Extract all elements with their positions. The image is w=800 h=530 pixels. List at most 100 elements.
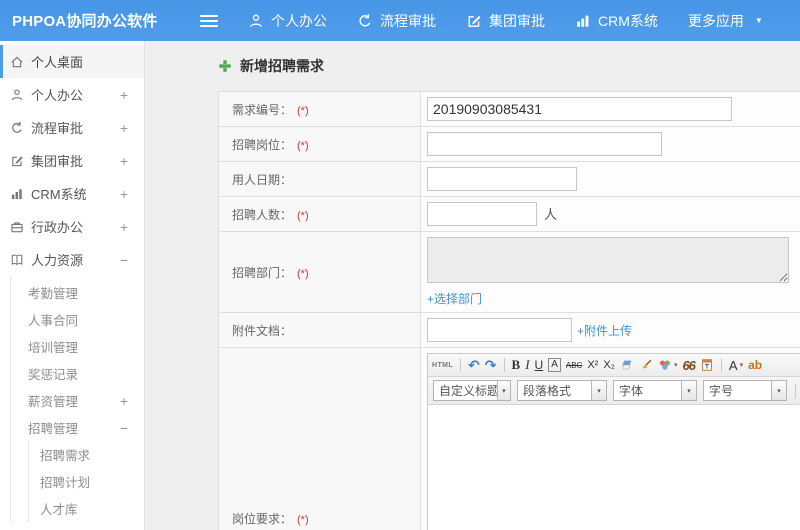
font-family-dropdown[interactable]: 字体 ▾ (613, 380, 697, 401)
sidebar-item-workflow-approval[interactable]: 流程审批 + (0, 111, 144, 144)
editor-toolbar-row1: HTML ↶ ↷ B I U A ABC X² X₂ ▾ 66 A ▾ ab (428, 354, 800, 377)
sidebar-item-salary[interactable]: 薪资管理 + (11, 387, 144, 414)
font-color-button[interactable]: A (548, 358, 561, 372)
field-label-requirements: 岗位要求： (232, 512, 293, 526)
field-label-attachment: 附件文档： (232, 323, 293, 338)
topnav-personal-office[interactable]: 个人办公 (248, 11, 327, 31)
expand-icon: + (119, 86, 128, 103)
topnav-label: 流程审批 (380, 12, 436, 29)
font-size-dropdown[interactable]: 字号 ▾ (703, 380, 787, 401)
table-row: 岗位要求： (*) HTML ↶ ↷ B I U A ABC X² X₂ ▾ 6… (218, 347, 800, 530)
toolbar-separator (503, 358, 505, 372)
field-label-department: 招聘部门： (232, 265, 293, 280)
paste-button[interactable] (700, 358, 714, 372)
subscript-button[interactable]: X₂ (603, 359, 615, 371)
attachment-input[interactable] (427, 318, 572, 342)
topnav-workflow-approval[interactable]: 流程审批 (357, 11, 436, 31)
eraser-icon (620, 358, 634, 372)
format-brush-button[interactable] (639, 358, 653, 372)
edit-icon (466, 13, 482, 29)
toolbar-separator (720, 358, 722, 372)
caret-down-icon: ▾ (681, 381, 696, 400)
person-icon (10, 88, 24, 102)
required-mark: (*) (297, 104, 309, 117)
custom-title-dropdown[interactable]: 自定义标题 ▾ (433, 380, 511, 401)
required-mark: (*) (297, 209, 309, 222)
menu-icon[interactable] (200, 12, 218, 30)
sidebar-item-recruit-mgmt[interactable]: 招聘管理 − (11, 414, 144, 441)
unit-label: 人 (544, 207, 558, 222)
topnav-label: 集团审批 (489, 12, 545, 29)
field-label-hire-date: 用人日期： (232, 172, 293, 187)
sidebar-item-recruit-demand[interactable]: 招聘需求 (29, 441, 144, 468)
html-source-button[interactable]: HTML (432, 362, 453, 369)
sidebar-item-training[interactable]: 培训管理 (11, 333, 144, 360)
blockquote-button[interactable]: 66 (682, 358, 696, 373)
sidebar-item-crm[interactable]: CRM系统 + (0, 177, 144, 210)
app-logo: PHPOA协同办公软件 (12, 13, 158, 30)
process-icon (357, 13, 373, 29)
caret-down-icon: ▼ (754, 16, 763, 25)
topnav-label: CRM系统 (598, 12, 658, 29)
undo-icon[interactable]: ↶ (468, 357, 480, 374)
eraser-button[interactable] (620, 358, 634, 372)
recruit-demand-form: 需求编号： (*) 招聘岗位： (*) 用人日期： (218, 91, 800, 530)
caret-down-icon: ▾ (673, 362, 678, 369)
sidebar-item-personal-office[interactable]: 个人办公 + (0, 78, 144, 111)
main-content: 新增招聘需求 需求编号： (*) 招聘岗位： (*) (146, 41, 800, 530)
process-icon (10, 121, 24, 135)
person-icon (248, 13, 264, 29)
caret-down-icon: ▾ (496, 381, 510, 400)
hire-date-input[interactable] (427, 167, 577, 191)
color-palette-button[interactable]: ▾ (658, 358, 678, 372)
attachment-upload-link[interactable]: +附件上传 (577, 324, 632, 338)
table-row: 招聘岗位： (*) (218, 126, 800, 162)
table-row: 招聘人数： (*) 人 (218, 196, 800, 232)
bold-button[interactable]: B (512, 357, 521, 373)
expand-icon: + (119, 392, 128, 409)
strikethrough-button[interactable]: ABC (566, 361, 582, 370)
sidebar-item-recruit-plan[interactable]: 招聘计划 (29, 468, 144, 495)
expand-icon: + (119, 119, 128, 136)
topnav-more-apps[interactable]: 更多应用 ▼ (688, 11, 763, 31)
toolbar-separator (460, 358, 462, 372)
edit-icon (10, 154, 24, 168)
font-background-button[interactable]: ab (748, 358, 762, 372)
field-label-headcount: 招聘人数： (232, 207, 293, 222)
font-style-menu-button[interactable]: A ▾ (729, 358, 743, 373)
sidebar-item-personal-desktop[interactable]: 个人桌面 (0, 45, 144, 78)
bar-chart-icon (10, 187, 24, 201)
underline-button[interactable]: U (535, 358, 544, 372)
redo-icon[interactable]: ↷ (485, 357, 497, 374)
expand-icon: + (119, 152, 128, 169)
topnav-crm[interactable]: CRM系统 (575, 11, 658, 31)
topnav-group-approval[interactable]: 集团审批 (466, 11, 545, 31)
palette-icon (658, 358, 672, 372)
bar-chart-icon (575, 13, 591, 29)
expand-icon: − (119, 251, 128, 268)
sidebar-item-group-approval[interactable]: 集团审批 + (0, 144, 144, 177)
italic-button[interactable]: I (525, 357, 529, 373)
expand-icon: + (119, 218, 128, 235)
demand-no-input[interactable] (427, 97, 732, 121)
sidebar-item-rewards[interactable]: 奖惩记录 (11, 360, 144, 387)
topbar: PHPOA协同办公软件 个人办公 流程审批 集团审批 CRM系统 更多应用 ▼ (0, 0, 800, 41)
sidebar-recruit-submenu: 招聘需求 招聘计划 人才库 (28, 441, 144, 522)
required-mark: (*) (297, 514, 309, 526)
plus-icon (218, 59, 232, 73)
paragraph-format-dropdown[interactable]: 段落格式 ▾ (517, 380, 607, 401)
sidebar-item-admin-office[interactable]: 行政办公 + (0, 210, 144, 243)
headcount-input[interactable] (427, 202, 537, 226)
sidebar-item-hr[interactable]: 人力资源 − (0, 243, 144, 276)
caret-down-icon: ▾ (591, 381, 606, 400)
sidebar-item-talent-pool[interactable]: 人才库 (29, 495, 144, 522)
sidebar-item-hr-contract[interactable]: 人事合同 (11, 306, 144, 333)
required-mark: (*) (297, 139, 309, 152)
select-department-link[interactable]: +选择部门 (427, 290, 800, 307)
page-header: 新增招聘需求 (146, 41, 800, 91)
editor-content-area[interactable] (428, 405, 800, 530)
department-textarea[interactable] (427, 237, 789, 283)
position-input[interactable] (427, 132, 662, 156)
superscript-button[interactable]: X² (587, 359, 598, 371)
sidebar-item-attendance[interactable]: 考勤管理 (11, 279, 144, 306)
